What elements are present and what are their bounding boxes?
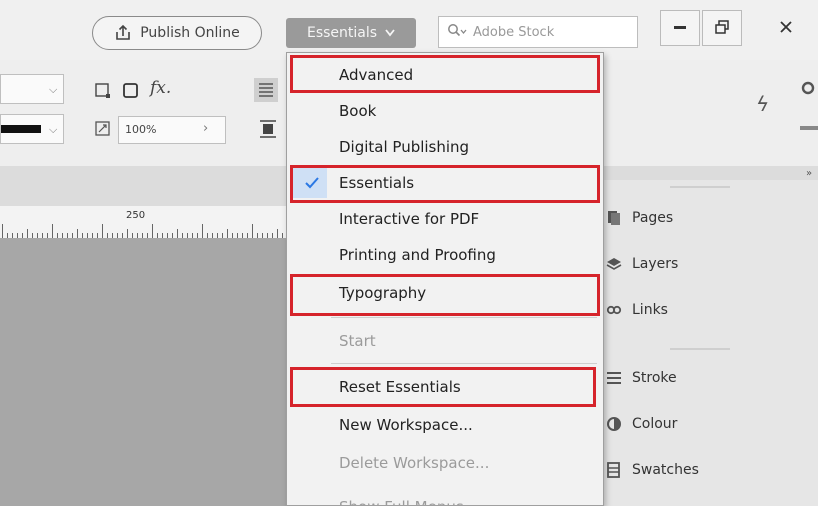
panel-item-label: Swatches [632, 462, 699, 478]
restore-button[interactable] [702, 10, 742, 46]
collapse-panels-icon[interactable]: » [806, 168, 818, 179]
stroke-weight-dropdown[interactable]: ⌵ [0, 74, 64, 104]
horizontal-ruler: 250 [0, 206, 290, 239]
menu-item-label: Digital Publishing [339, 138, 470, 156]
panel-item-stroke[interactable]: Stroke [606, 370, 677, 386]
panel-item-links[interactable]: Links [606, 302, 668, 318]
drop-shadow-icon[interactable] [122, 82, 140, 100]
workspace-switcher-label: Essentials [306, 25, 378, 41]
menu-item-label: Show Full Menus [339, 498, 464, 505]
panel-item-label: Layers [632, 256, 679, 272]
document-canvas[interactable] [0, 238, 290, 506]
menu-item-new-workspace[interactable]: New Workspace... [287, 407, 603, 443]
ruler-tick [152, 224, 153, 238]
menu-item-label: Interactive for PDF [339, 210, 480, 228]
ruler-tick [177, 229, 178, 238]
share-upload-icon [114, 24, 132, 42]
workspace-switcher-button[interactable]: Essentials [286, 18, 416, 48]
menu-item-digital-publishing[interactable]: Digital Publishing [287, 129, 603, 165]
menu-item-reset-essentials[interactable]: Reset Essentials [287, 369, 603, 405]
scale-icon[interactable] [94, 120, 112, 138]
ruler-tick [127, 229, 128, 238]
ruler-tick [102, 224, 103, 238]
effects-fx-icon[interactable]: fx. [150, 78, 176, 100]
minimize-button[interactable] [660, 10, 700, 46]
menu-item-label: Essentials [339, 174, 415, 192]
ruler-tick [277, 229, 278, 238]
chevron-right-icon: › [203, 121, 209, 136]
menu-item-essentials[interactable]: Essentials [287, 165, 603, 201]
panel-item-label: Stroke [632, 370, 677, 386]
workspace-menu: Advanced Book Digital Publishing Essenti… [286, 52, 604, 506]
ruler-tick [52, 224, 53, 238]
menu-separator [331, 317, 597, 318]
ruler-tick [252, 224, 253, 238]
links-icon [606, 302, 622, 318]
menu-item-label: Typography [339, 284, 427, 302]
stroke-type-swatch [1, 125, 41, 133]
text-wrap-icon[interactable] [258, 118, 278, 140]
opacity-field[interactable]: 100% › [118, 116, 226, 144]
panel-item-label: Pages [632, 210, 674, 226]
menu-item-interactive-for-pdf[interactable]: Interactive for PDF [287, 201, 603, 237]
adobe-stock-search-input[interactable]: Adobe Stock [438, 16, 638, 48]
opacity-value: 100% [125, 123, 157, 136]
chevron-down-icon: ⌵ [49, 123, 58, 136]
stroke-type-dropdown[interactable]: ⌵ [0, 114, 64, 144]
ruler-tick [2, 224, 3, 238]
menu-item-label: Advanced [339, 66, 414, 84]
panel-group-divider [670, 348, 730, 350]
restore-icon [715, 18, 729, 39]
panel-item-pages[interactable]: Pages [606, 210, 673, 226]
menu-item-label: Start [339, 332, 376, 350]
frame-fitting-icon[interactable] [94, 82, 112, 100]
search-placeholder: Adobe Stock [473, 24, 555, 40]
pages-icon [606, 210, 622, 226]
menu-item-label: New Workspace... [339, 416, 473, 434]
stroke-icon [606, 370, 622, 386]
close-icon [779, 18, 793, 39]
chevron-down-icon [385, 25, 395, 41]
menu-item-advanced[interactable]: Advanced [287, 57, 603, 93]
menu-item-label: Book [339, 102, 377, 120]
align-center-icon[interactable] [254, 78, 278, 102]
right-panel-dock: Pages Layers Links Stroke Colour Swatche… [600, 180, 818, 506]
ruler-tick [27, 229, 28, 238]
panel-item-label: Colour [632, 416, 678, 432]
gear-icon[interactable] [800, 80, 816, 96]
swatches-icon [606, 462, 622, 478]
minimize-icon [673, 18, 687, 39]
publish-online-label: Publish Online [140, 25, 240, 41]
search-icon [447, 23, 467, 41]
ruler-label: 250 [126, 210, 146, 221]
checkmark-icon [301, 165, 323, 201]
menu-item-printing-and-proofing[interactable]: Printing and Proofing [287, 237, 603, 273]
colour-icon [606, 416, 622, 432]
ruler-tick [77, 229, 78, 238]
menu-item-delete-workspace: Delete Workspace... [287, 445, 603, 481]
menu-item-label: Delete Workspace... [339, 454, 490, 472]
ruler-tick [227, 229, 228, 238]
close-window-button[interactable] [766, 10, 806, 46]
panel-item-swatches[interactable]: Swatches [606, 462, 699, 478]
menu-separator [331, 363, 597, 364]
lightning-quick-apply-icon[interactable]: ϟ [756, 92, 772, 116]
panel-item-colour[interactable]: Colour [606, 416, 677, 432]
panel-group-divider [670, 186, 730, 188]
panel-menu-icon[interactable] [800, 126, 818, 130]
ruler-tick [202, 224, 203, 238]
menu-item-typography[interactable]: Typography [287, 275, 603, 311]
publish-online-button[interactable]: Publish Online [92, 16, 262, 50]
panel-item-layers[interactable]: Layers [606, 256, 678, 272]
panel-item-label: Links [632, 302, 668, 318]
menu-item-start: Start [287, 323, 603, 359]
menu-item-book[interactable]: Book [287, 93, 603, 129]
layers-icon [606, 256, 622, 272]
menu-item-show-full-menus[interactable]: Show Full Menus [287, 489, 603, 505]
menu-item-label: Reset Essentials [339, 378, 461, 396]
menu-item-label: Printing and Proofing [339, 246, 496, 264]
chevron-down-icon: ⌵ [49, 83, 58, 96]
